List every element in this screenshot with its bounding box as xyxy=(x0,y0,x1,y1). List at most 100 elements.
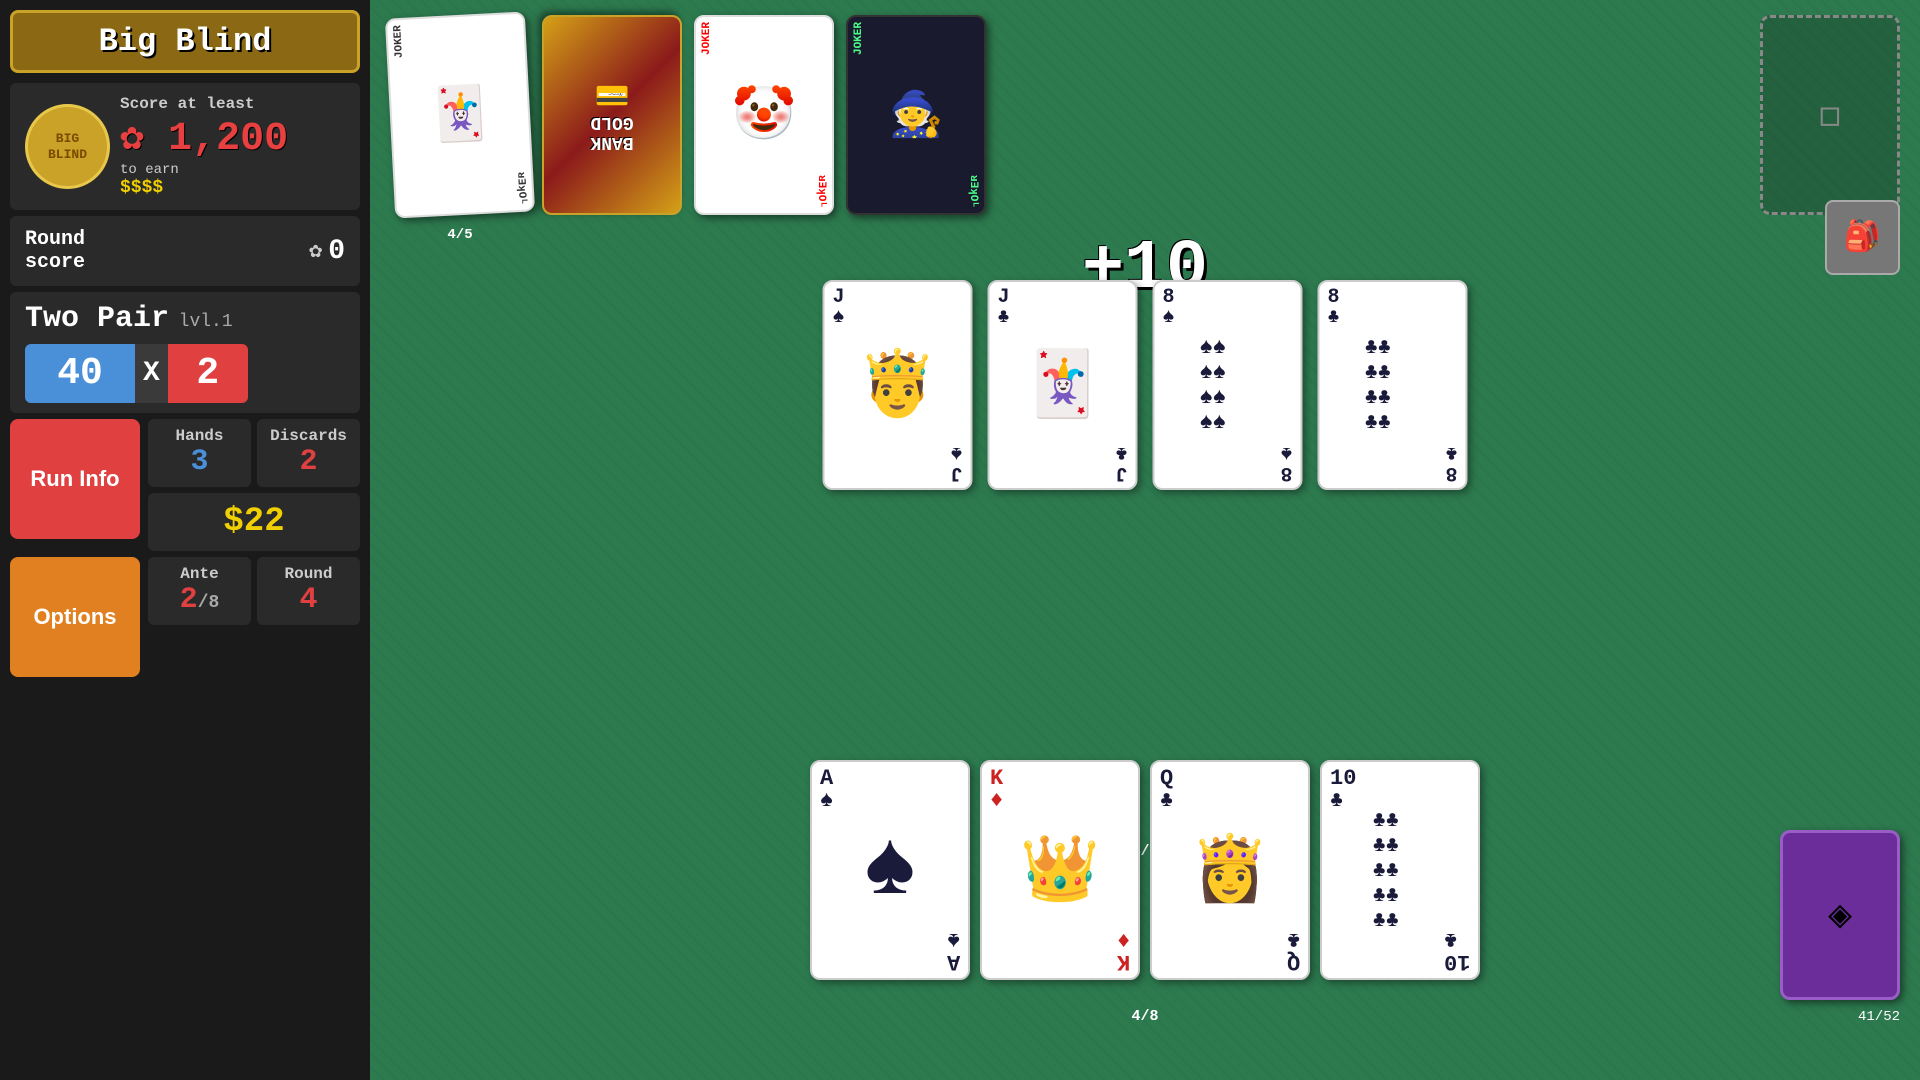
pack-icon-area[interactable]: 🎒 xyxy=(1825,200,1900,275)
round-score-box: Roundscore ✿ 0 xyxy=(10,216,360,286)
ante-box: Ante 2/8 xyxy=(148,557,251,625)
multiplier-value: 2 xyxy=(168,344,248,403)
joker-label-4: JOKER xyxy=(853,22,865,55)
run-info-button[interactable]: Run Info xyxy=(10,419,140,539)
chip-icon: ✿ xyxy=(309,238,322,264)
multiplier-x: X xyxy=(135,344,168,403)
joker-card-4[interactable]: JOKER 🧙 ᴚƎʞOᴸ xyxy=(846,15,986,215)
joker-label-3b: ᴚƎʞOᴸ xyxy=(815,175,827,208)
played-card-4[interactable]: 8♣ ♣♣♣♣♣♣♣♣ 8♣ xyxy=(1318,280,1468,490)
joker-slot-3[interactable]: JOKER 🤡 ᴚƎʞOᴸ xyxy=(694,15,834,215)
hand-card-center-2: 👑 xyxy=(1020,831,1100,910)
hand-name-box: Two Pair lvl.1 40 X 2 xyxy=(10,292,360,413)
deck-area[interactable]: ◈ 41/52 xyxy=(1780,830,1900,1000)
round-box: Round 4 xyxy=(257,557,360,625)
bank-gold-icon: 💳 xyxy=(595,78,630,113)
empty-slot-icon: ◻ xyxy=(1819,94,1841,137)
deck-card[interactable]: ◈ xyxy=(1780,830,1900,1000)
joker-label-4b: ᴚƎʞOᴸ xyxy=(967,175,979,208)
card-top-left-1: J♠ xyxy=(833,288,845,328)
card-top-left-3: 8♠ xyxy=(1163,288,1175,328)
joker-card-1[interactable]: JOKER 🃏 ᴚƎʞOᴸ xyxy=(385,11,535,218)
ante-value: 2/8 xyxy=(160,583,239,617)
hand-name-display: Two Pair lvl.1 xyxy=(25,302,345,336)
hands-label: Hands xyxy=(160,427,239,445)
deck-pattern: ◈ xyxy=(1828,891,1852,940)
hand-card-4[interactable]: 10♣ ♣♣♣♣♣♣♣♣♣♣ 10♣ xyxy=(1320,760,1480,980)
round-score-number: 0 xyxy=(328,236,345,267)
round-score-label: Roundscore xyxy=(25,228,294,274)
card-top-left-4: 8♣ xyxy=(1328,288,1340,328)
joker-card-2[interactable]: BANKGOLD 💳 xyxy=(542,15,682,215)
ante-label: Ante xyxy=(160,565,239,583)
hand-card-top-3: Q♣ xyxy=(1160,768,1173,812)
stats-panel: Hands 3 Discards 2 $22 xyxy=(148,419,360,551)
top-cards-area: JOKER 🃏 ᴚƎʞOᴸ 4/5 BANKGOLD 💳 JOKER 🤡 ᴚƎ xyxy=(370,15,1920,215)
card-center-4: ♣♣♣♣♣♣♣♣ xyxy=(1355,325,1431,445)
ante-round-row: Ante 2/8 Round 4 xyxy=(148,557,360,625)
hand-card-top-1: A♠ xyxy=(820,768,833,812)
hand-card-bottom-1: A♠ xyxy=(947,928,960,972)
joker-card-3[interactable]: JOKER 🤡 ᴚƎʞOᴸ xyxy=(694,15,834,215)
joker-label-3: JOKER xyxy=(701,22,713,55)
hand-card-center-3: 👸 xyxy=(1190,831,1270,910)
hands-discards-row: Hands 3 Discards 2 xyxy=(148,419,360,487)
hand-card-bottom-3: Q♣ xyxy=(1287,928,1300,972)
discards-value: 2 xyxy=(269,445,348,479)
hand-card-2[interactable]: K♦ 👑 K♦ xyxy=(980,760,1140,980)
hand-multiplier-display: 40 X 2 xyxy=(25,344,345,403)
joker-label-1: JOKER xyxy=(392,25,406,59)
played-cards-area: J♠ 🤴 J♠ J♣ 🃏 J♣ 8♠ ♠♠♠♠♠♠♠♠ 8♠ 8♣ ♣♣♣♣♣♣… xyxy=(823,280,1468,490)
empty-voucher-slot: ◻ xyxy=(1760,15,1900,215)
played-card-1[interactable]: J♠ 🤴 J♠ xyxy=(823,280,973,490)
round-value: 4 xyxy=(269,583,348,617)
played-card-3[interactable]: 8♠ ♠♠♠♠♠♠♠♠ 8♠ xyxy=(1153,280,1303,490)
round-score-display: ✿ 0 xyxy=(309,236,345,267)
joker-slot-2[interactable]: BANKGOLD 💳 xyxy=(542,15,682,215)
hand-card-top-4: 10♣ xyxy=(1330,768,1356,812)
card-center-2: 🃏 xyxy=(1023,346,1103,425)
hand-card-bottom-2: K♦ xyxy=(1117,928,1130,972)
hand-card-center-4: ♣♣♣♣♣♣♣♣♣♣ xyxy=(1365,800,1436,941)
hand-card-3[interactable]: Q♣ 👸 Q♣ xyxy=(1150,760,1310,980)
card-bottom-right-1: J♠ xyxy=(950,442,962,482)
hands-box: Hands 3 xyxy=(148,419,251,487)
hand-cards-area: A♠ ♠ A♠ K♦ 👑 K♦ Q♣ 👸 Q♣ 10♣ ♣♣♣♣♣♣♣♣♣♣ 1… xyxy=(810,760,1480,980)
hand-name: Two Pair xyxy=(25,302,169,336)
hand-card-bottom-4: 10♣ xyxy=(1444,928,1470,972)
hand-card-1[interactable]: A♠ ♠ A♠ xyxy=(810,760,970,980)
chips-value: 40 xyxy=(25,344,135,403)
main-game-area: JOKER 🃏 ᴚƎʞOᴸ 4/5 BANKGOLD 💳 JOKER 🤡 ᴚƎ xyxy=(370,0,1920,1080)
card-center-1: 🤴 xyxy=(858,346,938,425)
options-button[interactable]: Options xyxy=(10,557,140,677)
voucher-slot[interactable]: ◻ 0/2 xyxy=(1760,15,1900,215)
card-bottom-right-2: J♣ xyxy=(1115,442,1127,482)
bank-gold-label: BANKGOLD xyxy=(590,113,633,153)
money-value: $22 xyxy=(160,503,348,541)
hand-count-label: 4/8 xyxy=(1131,1008,1158,1025)
discards-box: Discards 2 xyxy=(257,419,360,487)
blind-coin-label: BIGBLIND xyxy=(48,131,87,162)
joker-count: 4/5 xyxy=(447,227,472,243)
ante-round-panel: Ante 2/8 Round 4 xyxy=(148,557,360,677)
blind-header: Big Blind xyxy=(10,10,360,73)
options-area: Options Ante 2/8 Round 4 xyxy=(10,557,360,677)
card-bottom-right-4: 8♣ xyxy=(1445,442,1457,482)
round-label: Round xyxy=(269,565,348,583)
hand-level: lvl.1 xyxy=(179,312,233,332)
score-target-value: ✿ 1,200 xyxy=(120,113,345,162)
joker-slots: JOKER 🃏 ᴚƎʞOᴸ 4/5 BANKGOLD 💳 JOKER 🤡 ᴚƎ xyxy=(390,15,986,215)
voucher-area: ◻ 0/2 xyxy=(1760,15,1900,215)
hand-card-top-2: K♦ xyxy=(990,768,1003,812)
deck-count: 41/52 xyxy=(1858,1009,1900,1025)
pack-box[interactable]: 🎒 xyxy=(1825,200,1900,275)
card-bottom-right-3: 8♠ xyxy=(1280,442,1292,482)
earn-label: to earn xyxy=(120,162,345,178)
joker-face-1: 🃏 xyxy=(426,81,494,148)
played-card-2[interactable]: J♣ 🃏 J♣ xyxy=(988,280,1138,490)
hands-value: 3 xyxy=(160,445,239,479)
discards-label: Discards xyxy=(269,427,348,445)
joker-slot-4[interactable]: JOKER 🧙 ᴚƎʞOᴸ xyxy=(846,15,986,215)
joker-slot-1[interactable]: JOKER 🃏 ᴚƎʞOᴸ 4/5 xyxy=(390,15,530,215)
earn-money-value: $$$$ xyxy=(120,178,345,198)
